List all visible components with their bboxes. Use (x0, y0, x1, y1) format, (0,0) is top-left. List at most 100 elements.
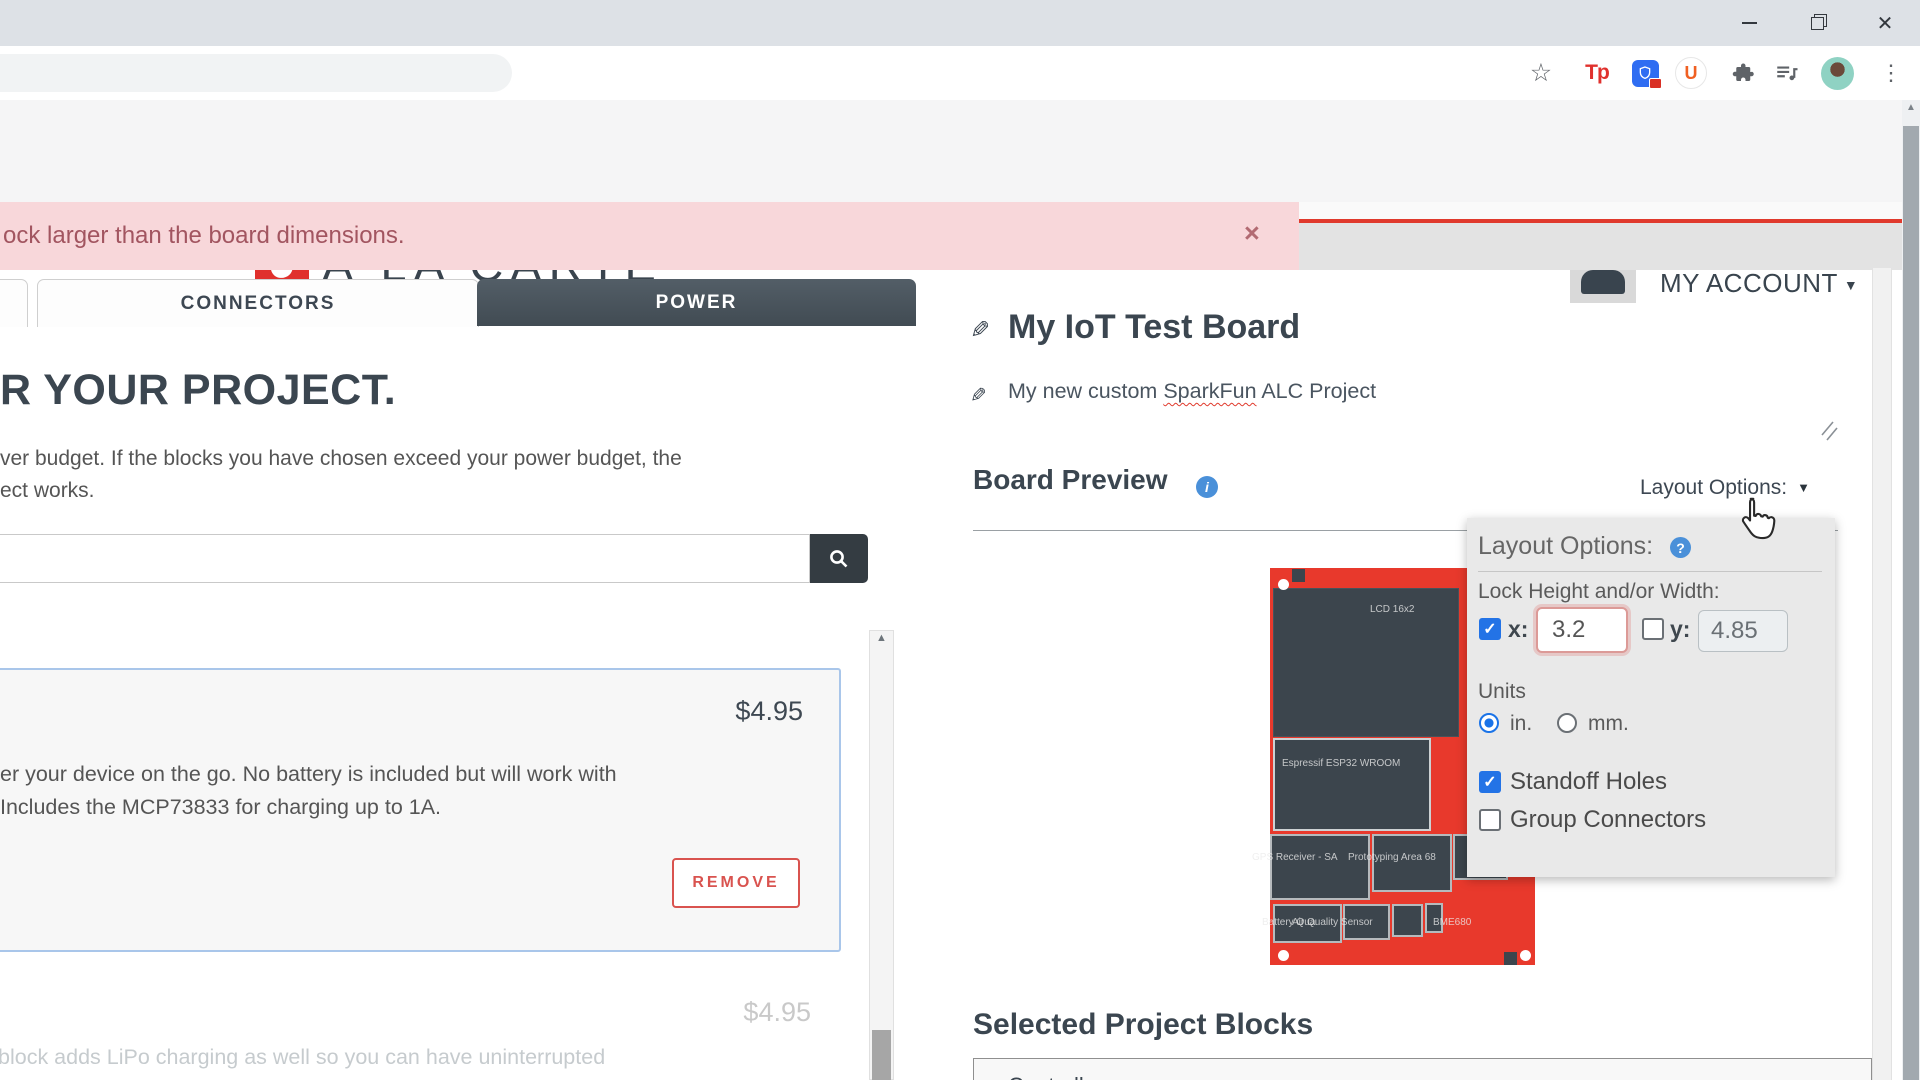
extension-u-icon[interactable]: U (1672, 54, 1710, 92)
block-label-air-quality: Air Quality Sensor (1292, 917, 1373, 928)
edit-title-pencil-icon[interactable]: ✎ (970, 316, 990, 345)
board-corner-block (1504, 952, 1517, 965)
gray-backdrop-strip (1299, 223, 1902, 270)
spellcheck-word: SparkFun (1163, 379, 1256, 403)
group-connectors-label[interactable]: Group Connectors (1510, 806, 1706, 834)
tab-power[interactable]: POWER (477, 279, 916, 326)
alert-message: ock larger than the board dimensions. (3, 222, 405, 250)
intro-text-line1: ver budget. If the blocks you have chose… (0, 447, 682, 471)
site-header: À LA CARTE HELLO, SHAWN MY ACCOUNT▼ (0, 100, 1920, 202)
board-block-lcd[interactable] (1273, 588, 1459, 737)
block-search-input[interactable] (0, 534, 810, 583)
layout-options-popup: Layout Options: ? Lock Height and/or Wid… (1467, 518, 1835, 877)
window-close-button[interactable]: ✕ (1854, 0, 1916, 46)
selected-blocks-heading: Selected Project Blocks (973, 1008, 1313, 1042)
intro-text-line2: ect works. (0, 479, 95, 503)
x-label: x: (1508, 616, 1528, 643)
layout-options-toggle[interactable]: Layout Options:▼ (1640, 476, 1810, 500)
error-alert-banner: ock larger than the board dimensions. × (0, 202, 1299, 270)
close-window-icon: ✕ (1877, 11, 1894, 36)
browser-menu-icon[interactable]: ⋮ (1872, 54, 1910, 92)
block-label-esp32: Espressif ESP32 WROOM (1282, 758, 1400, 769)
units-in-radio[interactable] (1479, 713, 1499, 733)
units-mm-radio[interactable] (1557, 713, 1577, 733)
block-label-gps: GPS Receiver - SA (1252, 852, 1338, 863)
person-icon-body (1581, 270, 1625, 294)
scroll-up-arrow-icon[interactable]: ▲ (869, 632, 894, 656)
units-label: Units (1478, 680, 1526, 704)
board-block-bottom-3[interactable] (1392, 904, 1423, 937)
standoff-hole (1520, 950, 1531, 961)
extensions-puzzle-icon[interactable] (1724, 54, 1762, 92)
selected-block-category: Controller (1008, 1073, 1103, 1080)
search-button[interactable] (810, 534, 868, 583)
bookmark-star-icon[interactable]: ☆ (1522, 54, 1560, 92)
board-title[interactable]: My IoT Test Board (1008, 308, 1300, 347)
edit-subtitle-pencil-icon[interactable]: ✎ (970, 383, 987, 408)
product-description-line2: Includes the MCP73833 for charging up to… (0, 795, 441, 820)
check-icon: ✓ (1483, 619, 1496, 639)
product-description-line1: block adds LiPo charging as well so you … (0, 1045, 605, 1070)
search-icon (827, 547, 851, 571)
panel-scrollbar[interactable] (1872, 268, 1892, 1080)
standoff-holes-checkbox[interactable]: ✓ (1479, 771, 1501, 793)
resize-grip-icon[interactable] (1818, 420, 1838, 447)
block-label-prototyping: Prototyping Area 68 (1348, 852, 1436, 863)
standoff-holes-label[interactable]: Standoff Holes (1510, 768, 1667, 796)
product-card-selected[interactable]: $4.95 er your device on the go. No batte… (0, 668, 841, 952)
window-restore-button[interactable] (1786, 0, 1848, 46)
product-price: $4.95 (743, 997, 811, 1028)
address-bar[interactable] (0, 54, 512, 92)
alert-close-icon[interactable]: × (1244, 218, 1260, 249)
block-label-bme680: BME680 (1433, 917, 1471, 928)
remove-button[interactable]: REMOVE (672, 858, 800, 908)
board-block-esp32[interactable] (1273, 738, 1431, 831)
extension-tp-icon[interactable]: Tp (1578, 54, 1616, 92)
board-corner-block (1292, 569, 1305, 582)
shield-icon (1632, 60, 1659, 87)
group-connectors-checkbox[interactable] (1479, 809, 1501, 831)
lock-dimensions-label: Lock Height and/or Width: (1478, 580, 1720, 604)
y-label: y: (1670, 616, 1690, 643)
window-minimize-button[interactable] (1718, 0, 1780, 46)
browser-profile-avatar[interactable] (1818, 54, 1856, 92)
chevron-down-icon: ▼ (1797, 480, 1810, 495)
extension-shield-icon[interactable] (1626, 54, 1664, 92)
lock-x-checkbox[interactable]: ✓ (1479, 618, 1501, 640)
standoff-hole (1278, 579, 1289, 590)
board-block-gps[interactable] (1270, 834, 1370, 900)
lock-y-checkbox[interactable] (1642, 618, 1664, 640)
selected-blocks-panel: Controller (973, 1058, 1872, 1080)
playlist-icon[interactable] (1768, 54, 1806, 92)
standoff-hole (1278, 950, 1289, 961)
page-title: R YOUR PROJECT. (0, 366, 396, 415)
product-card-next[interactable]: $4.95 block adds LiPo charging as well s… (0, 975, 841, 1080)
board-block-prototyping[interactable] (1372, 834, 1452, 892)
tab-connectors[interactable]: CONNECTORS (37, 279, 479, 327)
units-in-label[interactable]: in. (1510, 712, 1532, 736)
info-icon[interactable]: i (1196, 476, 1218, 498)
product-list-scroll-thumb[interactable] (872, 1030, 891, 1080)
restore-icon (1811, 17, 1824, 30)
board-subtitle[interactable]: My new custom SparkFun ALC Project (1008, 379, 1376, 404)
minimize-icon (1742, 22, 1757, 24)
block-label-lcd: LCD 16x2 (1370, 604, 1414, 615)
avatar (1821, 57, 1854, 90)
scroll-up-arrow-icon[interactable]: ▲ (1902, 102, 1920, 122)
product-list-scrollbar[interactable] (869, 630, 894, 1080)
tab-partial-left[interactable] (0, 279, 28, 327)
browser-toolbar: ☆ Tp U ⋮ (0, 46, 1920, 101)
chevron-down-icon: ▼ (1844, 277, 1858, 293)
board-preview-heading: Board Preview (973, 464, 1168, 496)
popup-title: Layout Options: (1478, 532, 1653, 561)
divider (1478, 571, 1822, 572)
check-icon: ✓ (1483, 772, 1496, 792)
browser-titlebar: ✕ (0, 0, 1920, 46)
product-description-line1: er your device on the go. No battery is … (0, 762, 617, 787)
my-account-dropdown[interactable]: MY ACCOUNT▼ (1660, 268, 1858, 299)
units-mm-label[interactable]: mm. (1588, 712, 1629, 736)
lock-x-input[interactable] (1536, 607, 1628, 653)
browser-scroll-thumb[interactable] (1903, 126, 1919, 1080)
help-icon[interactable]: ? (1670, 537, 1691, 558)
lock-y-input[interactable] (1698, 610, 1788, 652)
